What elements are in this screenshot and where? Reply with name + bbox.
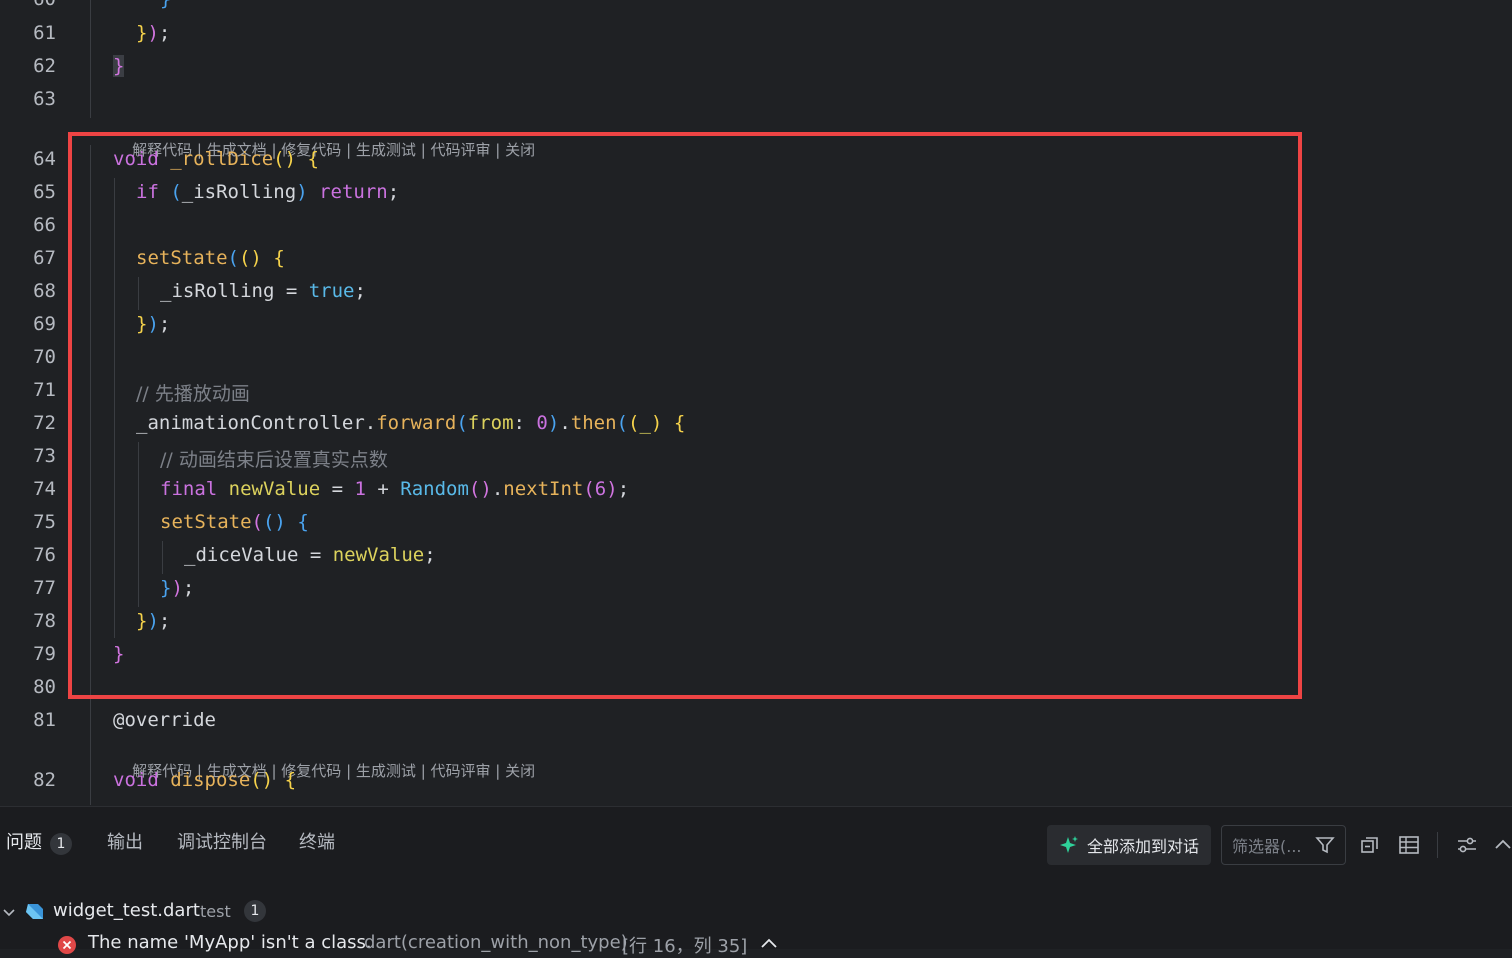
problem-count-badge: 1 (50, 833, 72, 855)
line-number: 80 (33, 676, 56, 698)
line-number: 70 (33, 346, 56, 368)
add-all-to-chat-button[interactable]: 全部添加到对话 (1047, 825, 1211, 865)
line-number: 75 (33, 511, 56, 533)
code-line: _diceValue = newValue; (184, 544, 436, 566)
code-line: }); (160, 577, 195, 599)
sparkle-icon (1060, 836, 1078, 853)
line-number: 79 (33, 643, 56, 665)
chevron-down-icon[interactable] (2, 906, 16, 920)
tab-problems[interactable]: 问题 1 (6, 828, 72, 855)
code-line: void dispose() { (113, 769, 297, 791)
problem-file-row[interactable]: widget_test.dart test 1 (0, 900, 1512, 926)
file-folder: test (200, 902, 231, 921)
line-number: 65 (33, 181, 56, 203)
code-line: }); (136, 610, 171, 632)
code-line: _animationController.forward(from: 0).th… (136, 412, 686, 434)
code-line: // 动画结束后设置真实点数 (160, 449, 388, 471)
line-number: 63 (33, 88, 56, 110)
line-number: 68 (33, 280, 56, 302)
file-problem-count: 1 (244, 900, 266, 922)
line-number: 66 (33, 214, 56, 236)
line-number: 60 (0, 0, 56, 10)
line-number: 78 (33, 610, 56, 632)
tab-label: 问题 (6, 832, 42, 853)
line-number: 73 (33, 445, 56, 467)
code-line: void _rollDice() { (113, 148, 319, 170)
table-view-icon[interactable] (1397, 833, 1421, 857)
line-number: 61 (33, 22, 56, 44)
error-message: The name 'MyApp' isn't a class. (88, 932, 372, 953)
code-editor[interactable]: 60 61 62 63 64 65 66 67 68 69 70 71 72 7… (0, 0, 1512, 806)
code-line: }); (136, 313, 171, 335)
error-location: [行 16，列 35] (622, 936, 748, 957)
indent-guide (114, 178, 115, 638)
filter-placeholder: 筛选器(... (1232, 837, 1302, 856)
line-number: 67 (33, 247, 56, 269)
line-number: 74 (33, 478, 56, 500)
line-number: 72 (33, 412, 56, 434)
codelens-test[interactable]: 生成测试 (356, 141, 416, 159)
code-line: } (113, 55, 125, 77)
indent-guide (138, 442, 139, 607)
code-line: @override (113, 709, 216, 731)
code-line: final newValue = 1 + Random().nextInt(6)… (160, 478, 630, 500)
line-number: 62 (33, 55, 56, 77)
add-all-label: 全部添加到对话 (1087, 837, 1200, 856)
tab-terminal[interactable]: 终端 (299, 828, 335, 854)
settings-sliders-icon[interactable] (1455, 833, 1479, 857)
codelens-test[interactable]: 生成测试 (356, 762, 416, 780)
codelens-review[interactable]: 代码评审 (431, 141, 491, 159)
indent-guide (138, 277, 139, 310)
line-number: 64 (33, 148, 56, 170)
codelens-close[interactable]: 关闭 (505, 141, 535, 159)
codelens-review[interactable]: 代码评审 (431, 762, 491, 780)
code-line: _isRolling = true; (160, 280, 366, 302)
codelens-close[interactable]: 关闭 (505, 762, 535, 780)
line-number: 76 (33, 544, 56, 566)
line-number: 82 (33, 769, 56, 791)
code-line: }); (136, 22, 171, 44)
chevron-up-icon[interactable] (1493, 833, 1512, 857)
line-number: 71 (33, 379, 56, 401)
code-line: // 先播放动画 (136, 383, 250, 405)
tab-debug-console[interactable]: 调试控制台 (177, 828, 267, 854)
code-line: setState(() { (160, 511, 309, 533)
collapse-all-icon[interactable] (1358, 833, 1382, 857)
error-icon (58, 936, 76, 954)
code-line: } (160, 0, 171, 10)
error-source: dart(creation_with_non_type) (364, 932, 628, 953)
problem-item[interactable]: The name 'MyApp' isn't a class. dart(cre… (0, 932, 1512, 957)
file-name: widget_test.dart (53, 900, 200, 921)
dart-file-icon (26, 904, 43, 919)
indent-guide (162, 541, 163, 574)
tab-output[interactable]: 输出 (107, 828, 143, 854)
code-line: setState(() { (136, 247, 285, 269)
line-number: 69 (33, 313, 56, 335)
toolbar-divider (1437, 832, 1438, 858)
line-number: 81 (33, 709, 56, 731)
indent-guide (90, 0, 91, 118)
filter-input[interactable]: 筛选器(... (1221, 825, 1346, 865)
code-line: if (_isRolling) return; (136, 181, 400, 203)
code-line: } (113, 643, 125, 665)
line-number: 77 (33, 577, 56, 599)
indent-guide (90, 145, 91, 805)
filter-icon[interactable] (1315, 835, 1335, 855)
